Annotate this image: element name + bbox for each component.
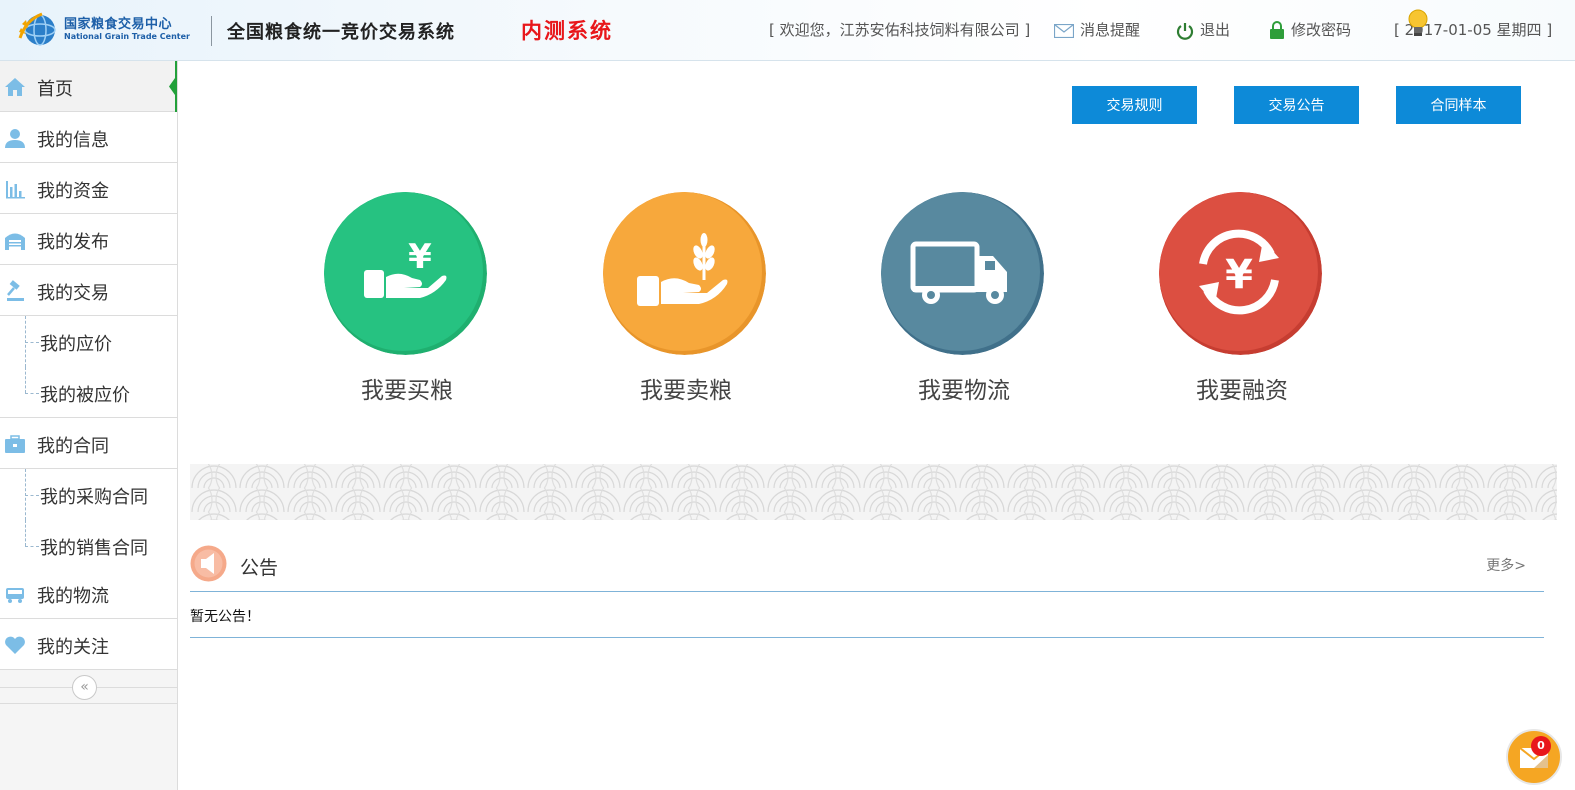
sidebar-item-my-logistics[interactable]: 我的物流 (0, 568, 177, 619)
finance-cycle-icon: ¥ (1159, 192, 1322, 355)
lock-icon (1270, 21, 1284, 39)
sidebar-item-label: 我的信息 (37, 130, 109, 151)
notice-header: 公告 更多> (190, 544, 1544, 592)
logo-cn-text: 国家粮食交易中心 (64, 17, 173, 32)
buy-grain-icon: ¥ (324, 192, 487, 355)
svg-text:¥: ¥ (1225, 252, 1253, 298)
system-title: 全国粮食统一竞价交易系统 (227, 22, 455, 43)
top-header: 国家粮食交易中心 National Grain Trade Center 全国粮… (0, 0, 1575, 61)
system-badge: 内测系统 (521, 19, 613, 43)
warehouse-icon (5, 233, 25, 250)
tree-line (25, 367, 26, 393)
lightbulb-icon[interactable] (1405, 8, 1431, 42)
sidebar-item-home[interactable]: 首页 (0, 61, 177, 112)
tree-line (25, 393, 39, 394)
welcome-text: [ 欢迎您，江苏安佑科技饲料有限公司 ] (769, 21, 1031, 39)
sidebar-item-label: 我的合同 (37, 436, 109, 457)
notice-list: 暂无公告！ (190, 593, 1544, 638)
home-icon (5, 78, 25, 96)
notice-more-link[interactable]: 更多> (1486, 555, 1526, 575)
envelope-icon (1054, 23, 1074, 38)
bar-chart-icon (6, 181, 25, 199)
mail-count-badge: 0 (1531, 736, 1551, 756)
messages-link[interactable]: 消息提醒 (1054, 19, 1140, 41)
logo-en-text: National Grain Trade Center (64, 32, 190, 41)
sidebar-subitem-my-bids[interactable]: 我的应价 (0, 316, 177, 367)
tree-line (25, 520, 26, 546)
sidebar-item-my-contracts[interactable]: 我的合同 (0, 418, 177, 469)
sidebar-subitem-purchase-contracts[interactable]: 我的采购合同 (0, 469, 177, 520)
change-password-link[interactable]: 修改密码 (1269, 19, 1351, 41)
svg-text:¥: ¥ (408, 237, 432, 277)
sidebar-subitem-bids-received[interactable]: 我的被应价 (0, 367, 177, 418)
logout-label: 退出 (1200, 21, 1231, 39)
collapse-sidebar-button[interactable]: « (72, 675, 97, 700)
gavel-icon (7, 280, 24, 301)
sidebar-item-my-favorites[interactable]: 我的关注 (0, 619, 177, 670)
feature-buy-grain[interactable]: ¥ 我要买粮 (322, 192, 492, 407)
logistics-truck-icon (881, 192, 1044, 355)
sidebar-subitem-label: 我的采购合同 (40, 487, 148, 508)
briefcase-icon (5, 435, 25, 453)
trade-rules-button[interactable]: 交易规则 (1072, 86, 1197, 124)
megaphone-icon (190, 545, 227, 582)
tree-line (25, 342, 39, 343)
sidebar-item-label: 首页 (37, 79, 73, 100)
sidebar-item-my-publish[interactable]: 我的发布 (0, 214, 177, 265)
feature-finance[interactable]: ¥ 我要融资 (1157, 192, 1327, 407)
sidebar-item-label: 我的关注 (37, 637, 109, 658)
header-divider (211, 16, 212, 46)
sidebar-subitem-label: 我的销售合同 (40, 538, 148, 559)
change-password-label: 修改密码 (1291, 21, 1352, 39)
feature-label: 我要融资 (1196, 378, 1288, 404)
logo[interactable]: 国家粮食交易中心 National Grain Trade Center (16, 10, 196, 50)
sidebar: 首页 我的信息 我的资金 我的发布 我的交易 我的应价 我的被应价 我的合同 我… (0, 61, 178, 790)
truck-icon (6, 588, 24, 603)
sidebar-item-label: 我的资金 (37, 181, 109, 202)
feature-label: 我要买粮 (361, 378, 453, 404)
power-icon (1176, 22, 1194, 40)
sidebar-subitem-label: 我的应价 (40, 334, 112, 355)
sell-grain-icon (603, 192, 766, 355)
sidebar-item-label: 我的发布 (37, 232, 109, 253)
tree-line (25, 495, 39, 496)
sidebar-item-my-info[interactable]: 我的信息 (0, 112, 177, 163)
heart-icon (5, 636, 25, 654)
active-marker (169, 61, 177, 112)
sidebar-item-label: 我的交易 (37, 283, 109, 304)
messages-label: 消息提醒 (1080, 21, 1141, 39)
user-icon (5, 129, 25, 148)
feature-logistics[interactable]: 我要物流 (879, 192, 1049, 407)
sidebar-collapse-bar: « (0, 670, 177, 704)
contract-samples-button[interactable]: 合同样本 (1396, 86, 1521, 124)
sidebar-subitem-label: 我的被应价 (40, 385, 130, 406)
sidebar-item-label: 我的物流 (37, 586, 109, 607)
sidebar-item-my-funds[interactable]: 我的资金 (0, 163, 177, 214)
trade-announcements-button[interactable]: 交易公告 (1234, 86, 1359, 124)
feature-sell-grain[interactable]: 我要卖粮 (601, 192, 771, 407)
logout-link[interactable]: 退出 (1176, 19, 1230, 41)
wave-pattern (190, 464, 1557, 520)
feature-label: 我要卖粮 (640, 378, 732, 404)
decorative-wave-band (190, 464, 1557, 520)
sidebar-subitem-sales-contracts[interactable]: 我的销售合同 (0, 520, 177, 571)
sidebar-item-my-trade[interactable]: 我的交易 (0, 265, 177, 316)
notice-empty-text: 暂无公告！ (190, 609, 260, 625)
tree-line (25, 546, 39, 547)
feature-label: 我要物流 (918, 378, 1010, 404)
notice-title: 公告 (240, 557, 279, 579)
globe-logo-icon (18, 12, 56, 46)
